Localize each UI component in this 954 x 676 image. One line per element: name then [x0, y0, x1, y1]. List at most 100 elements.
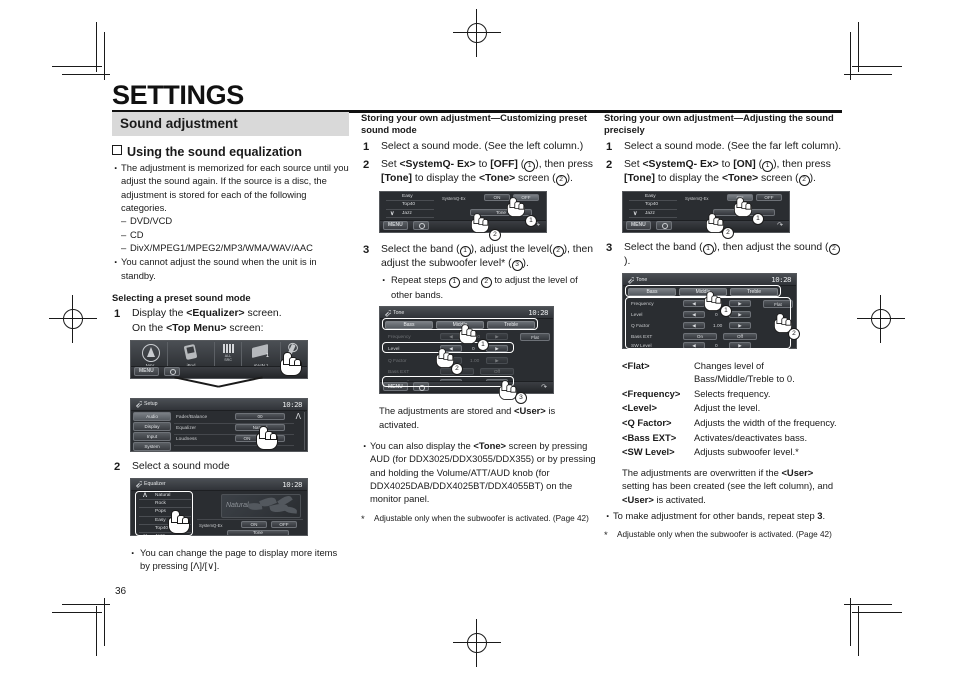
user-ref: <User>	[781, 467, 814, 479]
off-ref: [OFF]	[490, 158, 518, 170]
setup-row-label-equalizer: Equalizer	[176, 425, 196, 431]
footnote-right: * Adjustable only when the subwoofer is a…	[604, 530, 832, 542]
hand-pointer-icon	[507, 197, 526, 217]
flow-chevron-icon	[174, 376, 266, 391]
eq-mode-easy[interactable]: Easy	[629, 193, 677, 202]
asterisk-icon: *	[361, 513, 365, 525]
step-text-end: screen.	[244, 308, 282, 320]
overwrite-note-right: The adjustments are overwritten if the <…	[622, 467, 834, 505]
setup-tab-display[interactable]: Display	[133, 421, 171, 431]
systemq-off-button[interactable]: OFF	[271, 520, 297, 528]
hand-pointer-icon	[280, 350, 306, 376]
eq-partial-screenshot-wrap-right: Easy Top40 ∨Jazz SystemQ-Ex ON OFF Tone …	[622, 190, 842, 239]
hand-pointer-icon	[704, 291, 723, 312]
callout-1: 1	[525, 214, 537, 227]
circled-2: 2	[798, 174, 810, 186]
eq-mode-top40[interactable]: Top40	[386, 201, 434, 210]
hand-pointer-icon	[459, 324, 478, 345]
setup-row-label-fader: Fader/Balance	[176, 414, 208, 420]
setup-screenshot-wrap: Setup 10:28 Audio Display Input System F…	[130, 397, 349, 456]
circled-1: 1	[702, 243, 714, 255]
home-button[interactable]	[656, 220, 672, 230]
step-1-left: 1 Display the <Equalizer> screen. On the…	[112, 307, 349, 335]
home-button[interactable]	[413, 220, 429, 230]
setup-tab-input[interactable]: Input	[133, 431, 171, 441]
source-tile-nav[interactable]: NAV	[133, 341, 168, 368]
systemq-ex-label: SystemQ-Ex	[199, 522, 223, 528]
column-left: Sound adjustment Using the sound equaliz…	[112, 112, 349, 572]
eq-artwork-label: Natural	[226, 501, 249, 509]
scroll-down-icon[interactable]: ∨	[633, 210, 637, 218]
user-ref: <User>	[513, 405, 546, 417]
topmenu-screenshot-wrap: NAV iPod ALLSRC 1 AV-IN 1	[130, 339, 349, 388]
callout-2: 2	[722, 226, 734, 239]
def-value: Activates/deactivates bass.	[694, 431, 808, 443]
def-key: <SW Level>	[622, 446, 675, 458]
scroll-down-icon[interactable]: ∨	[390, 210, 394, 218]
eq-mode-jazz[interactable]: ∨Jazz	[629, 210, 677, 218]
clock: 10:28	[282, 399, 302, 409]
circled-2: 2	[480, 277, 492, 289]
systemq-ex-label: SystemQ-Ex	[685, 195, 709, 201]
title-bar: Setup 10:28	[131, 398, 307, 411]
tone-qfactor-inc[interactable]: ▶	[486, 357, 508, 365]
setup-tab-system[interactable]: System	[133, 441, 171, 451]
step-2-right: 2 Set <SystemQ- Ex> to [ON] (1), then pr…	[606, 158, 831, 186]
heading-customizing-preset: Storing your own adjustment—Customizing …	[361, 112, 588, 135]
step-text: Select a sound mode. (See the left colum…	[381, 140, 584, 152]
registration-mark-bottom	[453, 619, 501, 667]
screen-title: Tone	[636, 276, 648, 283]
title-bar: Equalizer 10:28	[131, 478, 307, 491]
source-tile-avin1[interactable]: 1 AV-IN 1	[242, 341, 281, 368]
asterisk-icon: *	[604, 530, 608, 542]
tone-frequency-inc[interactable]: ▶	[486, 333, 508, 341]
tone-screenshot-wrap-right: Tone 10:28 Bass Middle Treble Flat Frequ…	[622, 273, 842, 353]
source-tile-allsrc[interactable]: ALL SRC	[215, 341, 242, 368]
tone-bassext-off[interactable]: Off	[480, 368, 514, 376]
eq-partial-screenshot-wrap-middle: Easy Top40 ∨ Jazz SystemQ-Ex ON OFF Tone …	[379, 190, 597, 241]
bullet-memorized: The adjustment is memorized for each sou…	[112, 160, 349, 214]
scrollbar[interactable]	[304, 411, 305, 450]
home-button[interactable]	[164, 366, 180, 376]
menu-button[interactable]: MENU	[383, 220, 408, 230]
return-icon[interactable]: ↷	[777, 222, 783, 229]
manual-page: SETTINGS 36 Sound adjustment Using the s…	[0, 0, 954, 676]
step-number: 1	[363, 140, 370, 153]
setup-row-value-fader[interactable]: 00	[235, 412, 285, 420]
tone-ref: [Tone]	[381, 172, 412, 184]
page-title: SETTINGS	[112, 80, 244, 110]
hand-pointer-icon	[471, 213, 490, 233]
registration-mark-right	[857, 295, 905, 343]
menu-button[interactable]: MENU	[626, 220, 651, 230]
dash-cd: CD	[112, 228, 349, 242]
def-row-bassext: <Bass EXT> Activates/deactivates bass.	[622, 432, 842, 445]
tone-button[interactable]: Tone	[227, 529, 289, 535]
systemq-on-button[interactable]: ON	[241, 520, 267, 528]
registration-mark-top	[453, 9, 501, 57]
eq-mode-top40[interactable]: Top40	[629, 201, 677, 210]
section-band-sound-adjustment: Sound adjustment	[112, 112, 349, 136]
eq-mode-easy[interactable]: Easy	[386, 193, 434, 202]
source-tile-ipod[interactable]: iPod	[168, 341, 215, 368]
after-shot-text-middle: The adjustments are stored and <User> is…	[379, 405, 556, 430]
step-number: 1	[114, 308, 121, 321]
systemq-off-button[interactable]: OFF	[756, 193, 782, 201]
def-value: Selects frequency.	[694, 387, 771, 399]
return-icon[interactable]: ↷	[541, 384, 547, 391]
circled-1: 1	[448, 277, 460, 289]
menu-button[interactable]: MENU	[134, 366, 159, 376]
clock: 10:28	[771, 275, 791, 285]
step-number: 2	[363, 158, 370, 171]
def-row-qfactor: <Q Factor> Adjusts the width of the freq…	[622, 417, 842, 430]
scroll-up-icon[interactable]: Λ	[296, 412, 301, 421]
def-row-frequency: <Frequency> Selects frequency.	[622, 388, 842, 401]
wrench-icon	[135, 401, 142, 409]
def-row-level: <Level> Adjust the level.	[622, 402, 842, 415]
flat-button[interactable]: Flat	[520, 333, 550, 342]
setup-tab-audio[interactable]: Audio	[133, 411, 171, 421]
heading-selecting-preset-sound-mode: Selecting a preset sound mode	[112, 292, 251, 304]
registration-mark-left	[49, 295, 97, 343]
screen-title: Tone	[393, 309, 405, 316]
hand-pointer-icon	[256, 424, 282, 450]
eq-mode-jazz[interactable]: ∨Jazz	[386, 210, 434, 218]
